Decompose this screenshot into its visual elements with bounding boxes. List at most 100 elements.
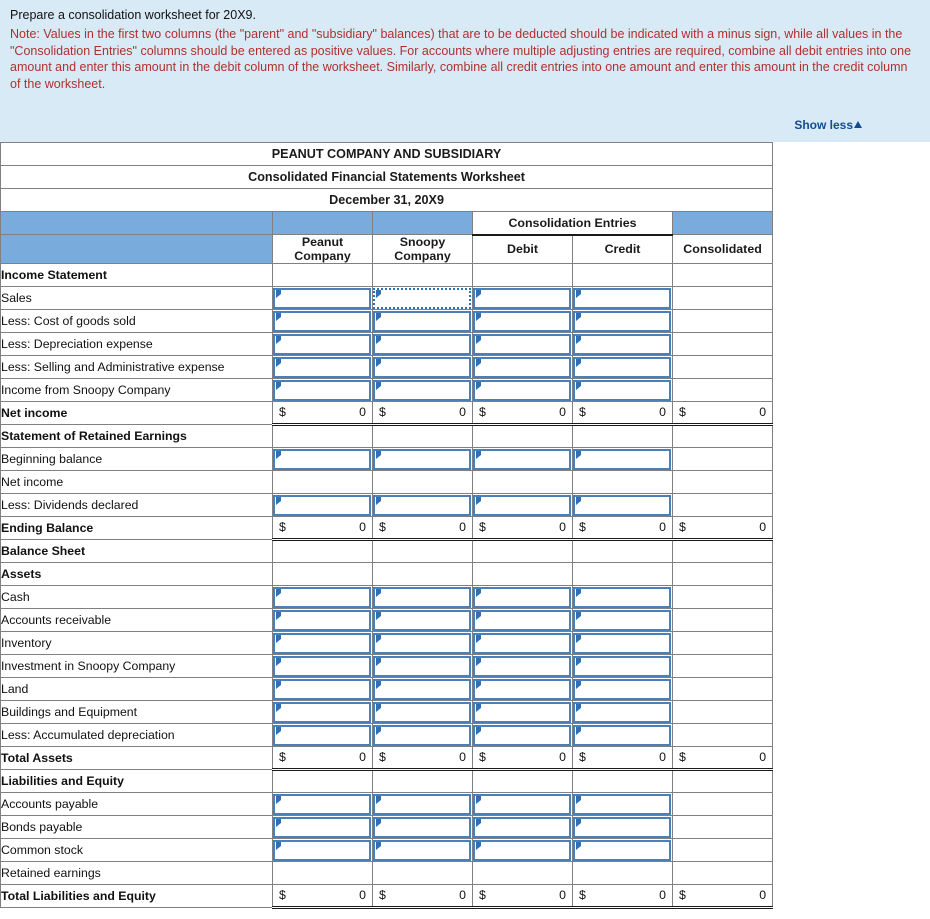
amount-input-peanut[interactable] <box>273 724 371 746</box>
amount-input-peanut[interactable] <box>273 287 371 309</box>
amount-input-snoopy[interactable] <box>373 816 471 838</box>
amount-input-peanut[interactable] <box>273 678 371 700</box>
input-cell-debit[interactable] <box>472 815 573 839</box>
input-cell-debit[interactable] <box>472 838 573 862</box>
amount-input-credit[interactable] <box>573 333 671 355</box>
input-cell-credit[interactable] <box>572 447 673 471</box>
input-cell-debit[interactable] <box>472 286 573 310</box>
amount-input-credit[interactable] <box>573 356 671 378</box>
amount-input-credit[interactable] <box>573 724 671 746</box>
input-cell-snoopy[interactable] <box>372 585 473 609</box>
input-cell-credit[interactable] <box>572 631 673 655</box>
input-cell-debit[interactable] <box>472 700 573 724</box>
amount-input-credit[interactable] <box>573 379 671 401</box>
amount-input-snoopy[interactable] <box>373 448 471 470</box>
amount-input-peanut[interactable] <box>273 310 371 332</box>
amount-input-peanut[interactable] <box>273 448 371 470</box>
input-cell-peanut[interactable] <box>272 309 373 333</box>
input-cell-snoopy[interactable] <box>372 378 473 402</box>
amount-input-snoopy[interactable] <box>373 839 471 861</box>
amount-input-credit[interactable] <box>573 609 671 631</box>
input-cell-credit[interactable] <box>572 378 673 402</box>
amount-input-credit[interactable] <box>573 494 671 516</box>
input-cell-credit[interactable] <box>572 493 673 517</box>
input-cell-debit[interactable] <box>472 792 573 816</box>
amount-input-credit[interactable] <box>573 678 671 700</box>
amount-input-snoopy[interactable] <box>373 310 471 332</box>
amount-input-snoopy[interactable] <box>373 678 471 700</box>
input-cell-credit[interactable] <box>572 677 673 701</box>
input-cell-credit[interactable] <box>572 792 673 816</box>
amount-input-snoopy[interactable] <box>373 287 471 309</box>
input-cell-debit[interactable] <box>472 608 573 632</box>
amount-input-debit[interactable] <box>473 494 571 516</box>
amount-input-credit[interactable] <box>573 793 671 815</box>
input-cell-snoopy[interactable] <box>372 838 473 862</box>
amount-input-snoopy[interactable] <box>373 632 471 654</box>
input-cell-snoopy[interactable] <box>372 493 473 517</box>
amount-input-peanut[interactable] <box>273 333 371 355</box>
amount-input-peanut[interactable] <box>273 586 371 608</box>
input-cell-credit[interactable] <box>572 700 673 724</box>
amount-input-debit[interactable] <box>473 701 571 723</box>
amount-input-peanut[interactable] <box>273 816 371 838</box>
input-cell-debit[interactable] <box>472 355 573 379</box>
input-cell-snoopy[interactable] <box>372 309 473 333</box>
amount-input-peanut[interactable] <box>273 494 371 516</box>
input-cell-peanut[interactable] <box>272 792 373 816</box>
input-cell-peanut[interactable] <box>272 677 373 701</box>
amount-input-debit[interactable] <box>473 287 571 309</box>
amount-input-peanut[interactable] <box>273 632 371 654</box>
amount-input-debit[interactable] <box>473 609 571 631</box>
input-cell-credit[interactable] <box>572 608 673 632</box>
input-cell-peanut[interactable] <box>272 355 373 379</box>
input-cell-credit[interactable] <box>572 332 673 356</box>
input-cell-credit[interactable] <box>572 585 673 609</box>
amount-input-credit[interactable] <box>573 448 671 470</box>
input-cell-debit[interactable] <box>472 654 573 678</box>
amount-input-credit[interactable] <box>573 287 671 309</box>
input-cell-debit[interactable] <box>472 447 573 471</box>
input-cell-snoopy[interactable] <box>372 631 473 655</box>
input-cell-peanut[interactable] <box>272 493 373 517</box>
input-cell-credit[interactable] <box>572 815 673 839</box>
amount-input-peanut[interactable] <box>273 609 371 631</box>
input-cell-debit[interactable] <box>472 631 573 655</box>
amount-input-peanut[interactable] <box>273 655 371 677</box>
amount-input-credit[interactable] <box>573 816 671 838</box>
input-cell-snoopy[interactable] <box>372 355 473 379</box>
input-cell-snoopy[interactable] <box>372 792 473 816</box>
input-cell-peanut[interactable] <box>272 585 373 609</box>
input-cell-peanut[interactable] <box>272 447 373 471</box>
input-cell-peanut[interactable] <box>272 631 373 655</box>
amount-input-snoopy[interactable] <box>373 609 471 631</box>
amount-input-debit[interactable] <box>473 448 571 470</box>
amount-input-peanut[interactable] <box>273 379 371 401</box>
amount-input-debit[interactable] <box>473 379 571 401</box>
amount-input-snoopy[interactable] <box>373 333 471 355</box>
input-cell-debit[interactable] <box>472 332 573 356</box>
input-cell-snoopy[interactable] <box>372 700 473 724</box>
input-cell-debit[interactable] <box>472 378 573 402</box>
amount-input-credit[interactable] <box>573 310 671 332</box>
amount-input-snoopy[interactable] <box>373 724 471 746</box>
input-cell-peanut[interactable] <box>272 700 373 724</box>
input-cell-debit[interactable] <box>472 493 573 517</box>
input-cell-debit[interactable] <box>472 585 573 609</box>
input-cell-credit[interactable] <box>572 838 673 862</box>
input-cell-credit[interactable] <box>572 286 673 310</box>
input-cell-credit[interactable] <box>572 355 673 379</box>
input-cell-snoopy[interactable] <box>372 723 473 747</box>
input-cell-peanut[interactable] <box>272 723 373 747</box>
amount-input-debit[interactable] <box>473 310 571 332</box>
input-cell-snoopy[interactable] <box>372 815 473 839</box>
input-cell-snoopy[interactable] <box>372 677 473 701</box>
amount-input-peanut[interactable] <box>273 701 371 723</box>
amount-input-debit[interactable] <box>473 586 571 608</box>
amount-input-snoopy[interactable] <box>373 793 471 815</box>
amount-input-debit[interactable] <box>473 655 571 677</box>
input-cell-snoopy[interactable] <box>372 654 473 678</box>
input-cell-peanut[interactable] <box>272 332 373 356</box>
input-cell-peanut[interactable] <box>272 378 373 402</box>
amount-input-snoopy[interactable] <box>373 494 471 516</box>
